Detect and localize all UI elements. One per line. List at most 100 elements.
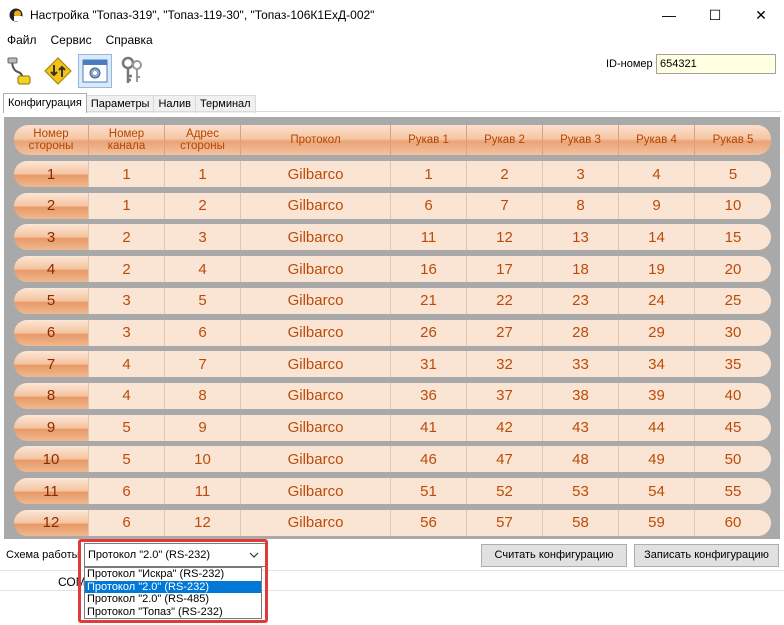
keys-button[interactable] [115, 54, 149, 88]
cell-side-address[interactable]: 8 [165, 382, 241, 409]
cell-hose-2[interactable]: 27 [467, 319, 543, 346]
cell-hose-3[interactable]: 33 [543, 351, 619, 378]
cell-side-number[interactable]: 11 [14, 478, 89, 504]
cell-side-address[interactable]: 2 [165, 192, 241, 219]
cell-hose-4[interactable]: 4 [619, 161, 695, 187]
cell-hose-2[interactable]: 12 [467, 224, 543, 251]
cell-side-address[interactable]: 11 [165, 478, 241, 504]
cell-hose-1[interactable]: 21 [391, 287, 467, 314]
cell-protocol[interactable]: Gilbarco [241, 382, 391, 409]
cell-hose-3[interactable]: 53 [543, 478, 619, 504]
cell-channel-number[interactable]: 3 [89, 319, 165, 346]
cell-side-number[interactable]: 7 [14, 351, 89, 378]
cell-channel-number[interactable]: 2 [89, 224, 165, 251]
cell-hose-5[interactable]: 10 [695, 192, 771, 219]
cell-hose-3[interactable]: 48 [543, 446, 619, 473]
cell-hose-4[interactable]: 44 [619, 414, 695, 441]
cell-hose-4[interactable]: 34 [619, 351, 695, 378]
cell-channel-number[interactable]: 6 [89, 509, 165, 536]
menu-service[interactable]: Сервис [44, 31, 99, 49]
cell-side-number[interactable]: 3 [14, 224, 89, 251]
cell-channel-number[interactable]: 5 [89, 446, 165, 473]
cell-protocol[interactable]: Gilbarco [241, 414, 391, 441]
exchange-button[interactable] [41, 54, 75, 88]
connection-button[interactable] [4, 54, 38, 88]
cell-hose-2[interactable]: 52 [467, 478, 543, 504]
cell-hose-1[interactable]: 51 [391, 478, 467, 504]
cell-protocol[interactable]: Gilbarco [241, 287, 391, 314]
cell-channel-number[interactable]: 6 [89, 478, 165, 504]
cell-protocol[interactable]: Gilbarco [241, 351, 391, 378]
cell-hose-2[interactable]: 2 [467, 161, 543, 187]
cell-side-address[interactable]: 3 [165, 224, 241, 251]
cell-side-address[interactable]: 12 [165, 509, 241, 536]
cell-channel-number[interactable]: 3 [89, 287, 165, 314]
cell-side-address[interactable]: 5 [165, 287, 241, 314]
cell-hose-1[interactable]: 46 [391, 446, 467, 473]
cell-hose-4[interactable]: 19 [619, 256, 695, 283]
cell-hose-4[interactable]: 59 [619, 509, 695, 536]
cell-channel-number[interactable]: 4 [89, 382, 165, 409]
close-button[interactable]: ✕ [738, 0, 784, 30]
cell-protocol[interactable]: Gilbarco [241, 446, 391, 473]
cell-side-number[interactable]: 10 [14, 446, 89, 473]
cell-hose-1[interactable]: 6 [391, 192, 467, 219]
configuration-button[interactable] [78, 54, 112, 88]
cell-hose-1[interactable]: 36 [391, 382, 467, 409]
cell-hose-3[interactable]: 18 [543, 256, 619, 283]
cell-hose-5[interactable]: 60 [695, 509, 771, 536]
cell-side-number[interactable]: 2 [14, 192, 89, 219]
cell-hose-5[interactable]: 30 [695, 319, 771, 346]
cell-hose-4[interactable]: 39 [619, 382, 695, 409]
cell-side-number[interactable]: 8 [14, 382, 89, 409]
cell-hose-2[interactable]: 17 [467, 256, 543, 283]
cell-hose-5[interactable]: 35 [695, 351, 771, 378]
maximize-button[interactable]: ☐ [692, 0, 738, 30]
cell-hose-5[interactable]: 55 [695, 478, 771, 504]
cell-side-address[interactable]: 6 [165, 319, 241, 346]
cell-hose-2[interactable]: 32 [467, 351, 543, 378]
cell-side-address[interactable]: 1 [165, 161, 241, 187]
cell-hose-2[interactable]: 37 [467, 382, 543, 409]
cell-hose-4[interactable]: 24 [619, 287, 695, 314]
cell-hose-5[interactable]: 25 [695, 287, 771, 314]
cell-hose-4[interactable]: 14 [619, 224, 695, 251]
cell-hose-3[interactable]: 8 [543, 192, 619, 219]
cell-protocol[interactable]: Gilbarco [241, 224, 391, 251]
cell-hose-3[interactable]: 43 [543, 414, 619, 441]
write-configuration-button[interactable]: Записать конфигурацию [634, 544, 779, 567]
cell-side-address[interactable]: 7 [165, 351, 241, 378]
cell-hose-4[interactable]: 54 [619, 478, 695, 504]
cell-hose-3[interactable]: 13 [543, 224, 619, 251]
cell-hose-3[interactable]: 23 [543, 287, 619, 314]
menu-file[interactable]: Файл [0, 31, 44, 49]
cell-hose-3[interactable]: 3 [543, 161, 619, 187]
cell-hose-2[interactable]: 22 [467, 287, 543, 314]
cell-hose-5[interactable]: 5 [695, 161, 771, 187]
menu-help[interactable]: Справка [99, 31, 160, 49]
tab-configuration[interactable]: Конфигурация [3, 93, 87, 113]
cell-side-number[interactable]: 6 [14, 319, 89, 346]
cell-side-address[interactable]: 10 [165, 446, 241, 473]
cell-side-number[interactable]: 5 [14, 287, 89, 314]
cell-hose-5[interactable]: 20 [695, 256, 771, 283]
cell-channel-number[interactable]: 2 [89, 256, 165, 283]
cell-hose-1[interactable]: 1 [391, 161, 467, 187]
cell-hose-5[interactable]: 45 [695, 414, 771, 441]
cell-hose-2[interactable]: 42 [467, 414, 543, 441]
cell-protocol[interactable]: Gilbarco [241, 256, 391, 283]
cell-protocol[interactable]: Gilbarco [241, 478, 391, 504]
cell-side-address[interactable]: 4 [165, 256, 241, 283]
cell-hose-1[interactable]: 26 [391, 319, 467, 346]
cell-hose-4[interactable]: 29 [619, 319, 695, 346]
cell-hose-5[interactable]: 40 [695, 382, 771, 409]
cell-hose-2[interactable]: 47 [467, 446, 543, 473]
cell-protocol[interactable]: Gilbarco [241, 192, 391, 219]
cell-hose-2[interactable]: 7 [467, 192, 543, 219]
cell-hose-3[interactable]: 38 [543, 382, 619, 409]
cell-hose-4[interactable]: 9 [619, 192, 695, 219]
cell-channel-number[interactable]: 1 [89, 192, 165, 219]
cell-side-number[interactable]: 9 [14, 414, 89, 441]
id-number-field[interactable]: 654321 [656, 54, 776, 74]
cell-side-address[interactable]: 9 [165, 414, 241, 441]
